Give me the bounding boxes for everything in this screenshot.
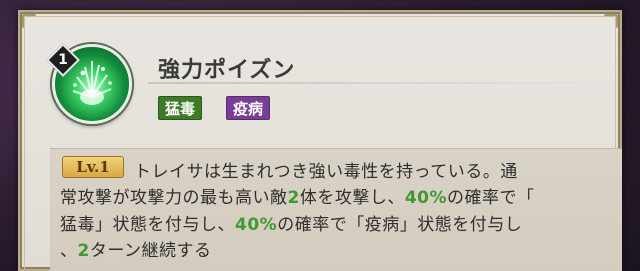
description-line-4: 、2ターン継続する <box>60 241 212 261</box>
panel-corner-ornament <box>604 14 618 28</box>
description-line-3: 猛毒」状態を付与し、40%の確率で「疫病」状態を付与し <box>60 215 523 235</box>
tag-deadly-poison: 猛毒 <box>158 96 203 120</box>
skill-level-number: 1 <box>58 52 68 68</box>
poison-chance: 40% <box>404 188 448 208</box>
tag-plague: 疫病 <box>226 96 271 120</box>
skill-name: 強力ポイズン <box>158 58 296 83</box>
target-count: 2 <box>287 188 300 208</box>
skill-lv-badge: Lv.1 <box>62 156 124 178</box>
turn-count: 2 <box>77 241 90 261</box>
plague-chance: 40% <box>235 215 278 235</box>
description-line-2: 常攻撃が攻撃力の最も高い敵2体を攻撃し、40%の確率で「 <box>60 188 535 208</box>
description-line-1: トレイサは生まれつき強い毒性を持っている。通 <box>134 162 518 182</box>
panel-corner-ornament <box>22 14 36 28</box>
divider <box>148 82 608 84</box>
